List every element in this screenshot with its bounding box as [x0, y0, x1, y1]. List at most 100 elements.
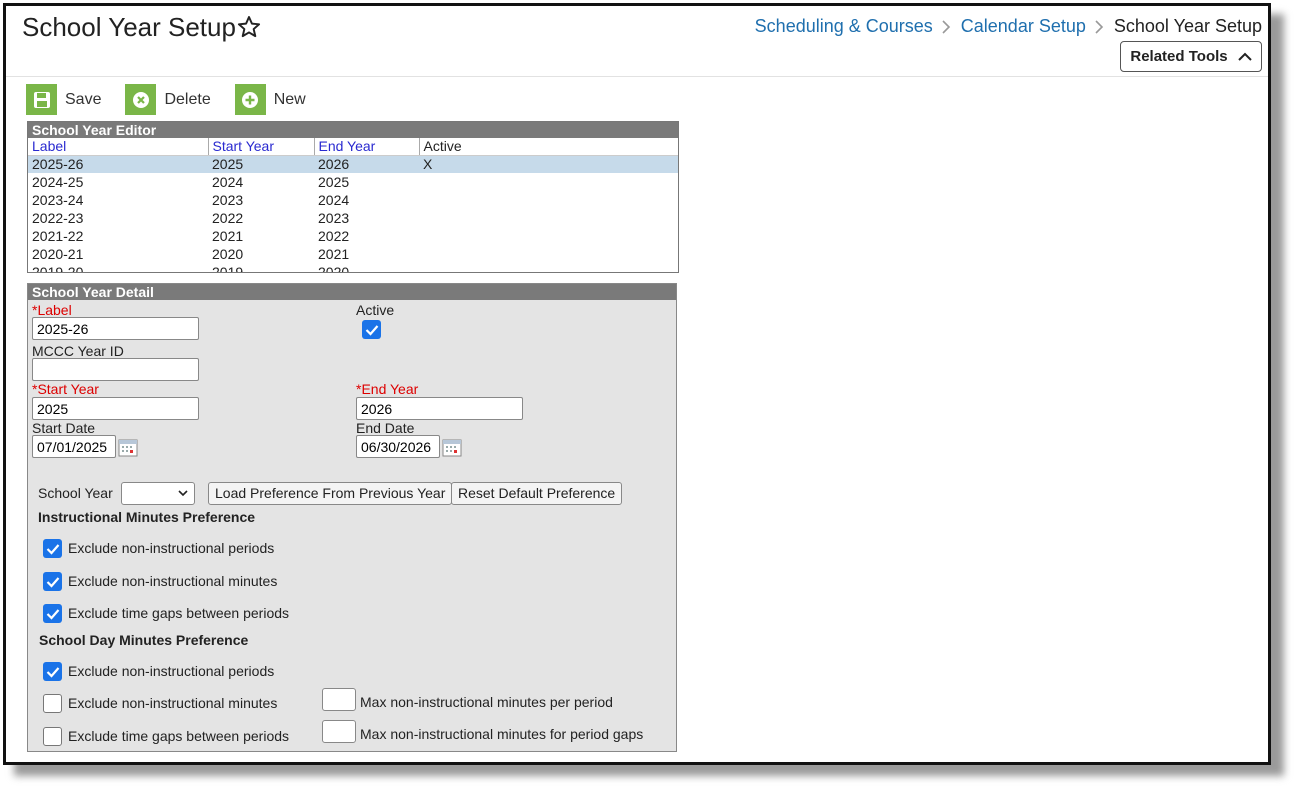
cell-label: 2020-21 [32, 246, 84, 262]
editor-title: School Year Editor [28, 122, 678, 138]
chevron-down-icon [178, 490, 188, 497]
cell-active [419, 191, 678, 209]
end-date-input[interactable] [356, 435, 440, 458]
school-year-table: Label Start Year End Year Active 2025-26… [28, 138, 678, 273]
chevron-right-icon [933, 18, 961, 36]
school-year-select[interactable] [121, 482, 195, 505]
delete-button[interactable]: Delete [125, 84, 211, 115]
end-year-input[interactable] [356, 397, 523, 420]
delete-icon [125, 84, 157, 115]
cell-end-year: 2025 [318, 174, 350, 190]
instr-exclude-gaps-checkbox[interactable] [43, 604, 62, 623]
active-checkbox[interactable] [362, 320, 381, 339]
school-year-label: School Year [38, 485, 113, 501]
check-icon [46, 666, 59, 678]
table-row[interactable]: 2023-24 2023 2024 [28, 191, 678, 209]
school-year-editor: School Year Editor Label Start Year End … [27, 121, 679, 273]
cell-end-year: 2021 [318, 246, 350, 262]
table-row[interactable]: 2020-21 2020 2021 [28, 245, 678, 263]
save-icon [26, 84, 57, 115]
toolbar: Save Delete New [26, 84, 306, 115]
table-row[interactable]: 2019-20 2019 2020 [28, 263, 678, 273]
cell-start-year: 2020 [212, 246, 244, 262]
chevron-right-icon [1086, 18, 1114, 36]
reset-default-preference-button[interactable]: Reset Default Preference [451, 482, 623, 505]
col-header-active: Active [419, 138, 678, 156]
cell-active [419, 263, 678, 272]
instr-exclude-periods-checkbox[interactable] [43, 539, 62, 558]
max-period-gaps-input[interactable] [322, 720, 356, 743]
cell-label: 2024-25 [32, 174, 84, 190]
mccc-year-id-label: MCCC Year ID [32, 343, 124, 359]
active-label: Active [356, 302, 395, 318]
max-per-period-label: Max non-instructional minutes per period [360, 694, 613, 710]
cell-active: X [419, 155, 678, 173]
cell-end-year: 2026 [314, 155, 419, 173]
add-icon [234, 84, 266, 115]
cell-start-year: 2019 [212, 264, 244, 273]
new-button[interactable]: New [234, 84, 306, 115]
instr-exclude-minutes-checkbox[interactable] [43, 572, 62, 591]
cell-active [419, 209, 678, 227]
col-header-label[interactable]: Label [28, 138, 209, 156]
calendar-icon[interactable] [442, 437, 462, 457]
new-label: New [273, 90, 306, 108]
related-tools-button[interactable]: Related Tools [1120, 41, 1262, 72]
table-row[interactable]: 2022-23 2022 2023 [28, 209, 678, 227]
cell-label: 2023-24 [32, 192, 84, 208]
label-input[interactable] [32, 317, 199, 340]
start-date-label: Start Date [32, 420, 96, 436]
start-year-input[interactable] [32, 397, 199, 420]
load-preference-button[interactable]: Load Preference From Previous Year [208, 482, 453, 505]
school-year-detail: School Year Detail *Label Active MCCC Ye… [27, 283, 677, 752]
day-exclude-periods-checkbox[interactable] [43, 662, 62, 681]
start-year-label: *Start Year [32, 381, 99, 397]
label-field-label: *Label [32, 302, 72, 318]
start-date-input[interactable] [32, 435, 116, 458]
end-year-label: *End Year [356, 381, 419, 397]
cell-label: 2021-22 [32, 228, 84, 244]
cell-start-year: 2021 [212, 228, 244, 244]
cell-start-year: 2025 [208, 155, 314, 173]
save-label: Save [65, 90, 102, 108]
instr-exclude-minutes-label: Exclude non-instructional minutes [68, 573, 278, 589]
day-exclude-minutes-checkbox[interactable] [43, 694, 62, 713]
calendar-icon[interactable] [118, 437, 138, 457]
cell-active [419, 227, 678, 245]
star-icon[interactable] [236, 14, 262, 40]
cell-start-year: 2022 [212, 210, 244, 226]
cell-label: 2019-20 [32, 264, 84, 273]
day-exclude-minutes-label: Exclude non-instructional minutes [68, 695, 278, 711]
check-icon [46, 576, 59, 588]
breadcrumb-scheduling-courses[interactable]: Scheduling & Courses [755, 16, 933, 37]
max-period-gaps-label: Max non-instructional minutes for period… [360, 726, 644, 742]
max-per-period-input[interactable] [322, 688, 356, 711]
cell-end-year: 2022 [318, 228, 350, 244]
col-header-end-year[interactable]: End Year [314, 138, 420, 156]
save-button[interactable]: Save [26, 84, 101, 115]
table-row[interactable]: 2024-25 2024 2025 [28, 173, 678, 191]
breadcrumb: Scheduling & Courses Calendar Setup Scho… [755, 16, 1262, 37]
chevron-up-icon [1237, 52, 1252, 61]
end-date-label: End Date [356, 420, 415, 436]
cell-end-year: 2020 [318, 264, 350, 273]
cell-start-year: 2023 [212, 192, 244, 208]
cell-end-year: 2023 [318, 210, 350, 226]
table-row[interactable]: 2021-22 2021 2022 [28, 227, 678, 245]
school-day-minutes-heading: School Day Minutes Preference [39, 632, 249, 648]
instr-exclude-gaps-label: Exclude time gaps between periods [68, 605, 290, 621]
cell-active [419, 173, 678, 191]
breadcrumb-current: School Year Setup [1113, 16, 1262, 36]
table-row[interactable]: 2025-26 2025 2026 X [28, 155, 678, 173]
instr-exclude-periods-label: Exclude non-instructional periods [68, 540, 275, 556]
mccc-year-id-input[interactable] [32, 358, 199, 381]
check-icon [365, 324, 378, 336]
day-exclude-gaps-label: Exclude time gaps between periods [68, 728, 290, 744]
breadcrumb-calendar-setup[interactable]: Calendar Setup [961, 16, 1086, 37]
cell-label: 2025-26 [28, 155, 208, 173]
delete-label: Delete [164, 90, 211, 108]
col-header-start-year[interactable]: Start Year [208, 138, 315, 156]
cell-start-year: 2024 [212, 174, 244, 190]
cell-end-year: 2024 [318, 192, 350, 208]
day-exclude-gaps-checkbox[interactable] [43, 727, 62, 746]
